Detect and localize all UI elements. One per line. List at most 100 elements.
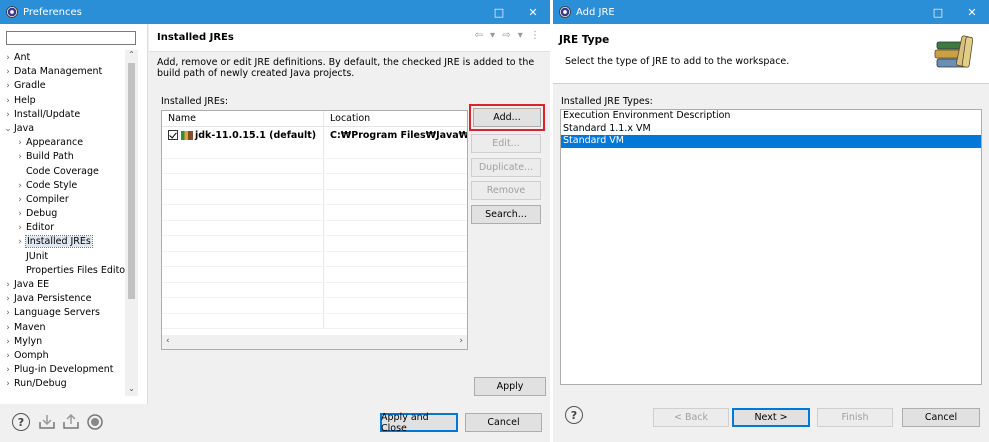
scroll-down-icon[interactable]: ⌄ (125, 384, 138, 396)
tree-item[interactable]: › Editor (0, 221, 126, 235)
tree-item[interactable]: › Compiler (0, 193, 126, 207)
tree-item-label: Java Persistence (14, 293, 92, 305)
filter-input[interactable] (6, 31, 136, 45)
tree-item[interactable]: › Debug (0, 207, 126, 221)
finish-button[interactable]: Finish (817, 408, 893, 427)
tree-item[interactable]: › Installed JREs (0, 235, 126, 249)
tree-item[interactable]: › Ant (0, 51, 126, 65)
scroll-thumb[interactable] (128, 63, 135, 299)
chevron-right-icon[interactable]: › (14, 221, 26, 235)
apply-button[interactable]: Apply (474, 377, 546, 396)
search-button[interactable]: Search... (471, 205, 541, 224)
tree-item[interactable]: Properties Files Edito (0, 264, 126, 278)
chevron-right-icon[interactable]: › (2, 363, 14, 377)
cancel-button[interactable]: Cancel (465, 413, 542, 432)
wizard-title: JRE Type (559, 34, 610, 46)
empty-table-row (162, 298, 467, 314)
chevron-right-icon[interactable]: › (14, 150, 26, 164)
cancel-button[interactable]: Cancel (902, 408, 980, 427)
chevron-right-icon[interactable]: › (2, 65, 14, 79)
chevron-right-icon[interactable]: › (14, 193, 26, 207)
tree-item-label: Compiler (26, 193, 69, 205)
back-arrow-icon[interactable]: ⇦ ▾ (474, 30, 497, 41)
chevron-right-icon[interactable]: › (14, 136, 26, 150)
chevron-right-icon[interactable]: › (2, 321, 14, 335)
chevron-right-icon[interactable]: › (2, 108, 14, 122)
tree-item[interactable]: › Gradle (0, 79, 126, 93)
tree-item[interactable]: › Appearance (0, 136, 126, 150)
jre-type-item[interactable]: Execution Environment Description (561, 110, 981, 123)
empty-table-row (162, 236, 467, 252)
tree-item-label: Installed JREs (25, 235, 93, 249)
tree-item[interactable]: JUnit (0, 250, 126, 264)
chevron-right-icon[interactable]: › (2, 94, 14, 108)
tree-item[interactable]: › Language Servers (0, 306, 126, 320)
tree-item[interactable]: › Maven (0, 321, 126, 335)
chevron-right-icon[interactable]: › (2, 292, 14, 306)
column-header-name[interactable]: Name (162, 111, 324, 126)
maximize-button[interactable]: □ (482, 0, 516, 24)
jre-checkbox[interactable] (168, 130, 178, 140)
jre-type-item[interactable]: Standard 1.1.x VM (561, 123, 981, 136)
tree-item[interactable]: ⌄ Java (0, 122, 126, 136)
column-header-location[interactable]: Location (324, 111, 370, 126)
tree-item[interactable]: › Install/Update (0, 108, 126, 122)
table-row[interactable]: jdk-11.0.15.1 (default) C:₩Program Files… (162, 127, 467, 143)
tree-item[interactable]: › Java Persistence (0, 292, 126, 306)
chevron-right-icon[interactable]: › (2, 278, 14, 292)
empty-table-row (162, 267, 467, 283)
edit-button[interactable]: Edit... (471, 134, 541, 153)
jre-type-item[interactable]: Standard VM (561, 135, 981, 148)
remove-button[interactable]: Remove (471, 181, 541, 200)
preferences-tree: › Ant › Data Management › Gradle › Help › Install… (0, 51, 126, 392)
empty-table-row (162, 220, 467, 236)
table-horizontal-scrollbar[interactable]: ‹ › (162, 335, 467, 349)
tree-item[interactable]: › Help (0, 94, 126, 108)
chevron-right-icon[interactable]: › (14, 207, 26, 221)
maximize-button[interactable]: □ (921, 0, 955, 24)
chevron-right-icon[interactable]: › (2, 51, 14, 65)
next-button[interactable]: Next > (732, 408, 810, 427)
tree-item-label: Run/Debug (14, 378, 67, 390)
forward-arrow-icon[interactable]: ⇨ ▾ (502, 30, 525, 41)
chevron-right-icon[interactable]: › (14, 179, 26, 193)
record-icon[interactable] (86, 413, 104, 435)
tree-item[interactable]: › Plug-in Development (0, 363, 126, 377)
chevron-right-icon[interactable]: › (2, 306, 14, 320)
scroll-up-icon[interactable]: ⌃ (125, 50, 138, 62)
close-button[interactable]: ✕ (516, 0, 550, 24)
empty-table-row (162, 251, 467, 267)
preferences-titlebar[interactable]: Preferences □ ✕ (0, 0, 550, 24)
import-icon[interactable] (38, 414, 56, 434)
tree-item[interactable]: › Run/Debug (0, 377, 126, 391)
tree-item[interactable]: › Code Style (0, 179, 126, 193)
apply-and-close-button[interactable]: Apply and Close (380, 412, 458, 434)
scroll-left-icon[interactable]: ‹ (166, 336, 170, 346)
chevron-right-icon[interactable]: › (2, 335, 14, 349)
scroll-right-icon[interactable]: › (459, 336, 463, 346)
chevron-right-icon[interactable]: › (2, 377, 14, 391)
chevron-right-icon[interactable]: › (2, 79, 14, 93)
add-button[interactable]: Add... (473, 108, 541, 127)
tree-item[interactable]: › Java EE (0, 278, 126, 292)
add-jre-titlebar[interactable]: Add JRE □ ✕ (553, 0, 989, 24)
close-button[interactable]: ✕ (955, 0, 989, 24)
menu-icon[interactable]: ⋮ (530, 30, 542, 41)
export-icon[interactable] (62, 413, 80, 434)
tree-item[interactable]: › Data Management (0, 65, 126, 79)
tree-item[interactable]: › Mylyn (0, 335, 126, 349)
window-title: Add JRE (576, 6, 615, 18)
chevron-down-icon[interactable]: ⌄ (2, 122, 14, 136)
page-header: Installed JREs ⇦ ▾ ⇨ ▾ ⋮ (149, 24, 550, 52)
tree-item[interactable]: › Build Path (0, 150, 126, 164)
tree-item[interactable]: › Oomph (0, 349, 126, 363)
help-icon[interactable]: ? (565, 406, 583, 424)
table-header: Name Location (162, 111, 467, 127)
tree-vertical-scrollbar[interactable]: ⌃ ⌄ (125, 50, 138, 396)
duplicate-button[interactable]: Duplicate... (471, 158, 541, 177)
chevron-right-icon[interactable]: › (14, 235, 26, 249)
tree-item[interactable]: Code Coverage (0, 165, 126, 179)
help-icon[interactable]: ? (12, 413, 30, 431)
back-button[interactable]: < Back (653, 408, 729, 427)
chevron-right-icon[interactable]: › (2, 349, 14, 363)
